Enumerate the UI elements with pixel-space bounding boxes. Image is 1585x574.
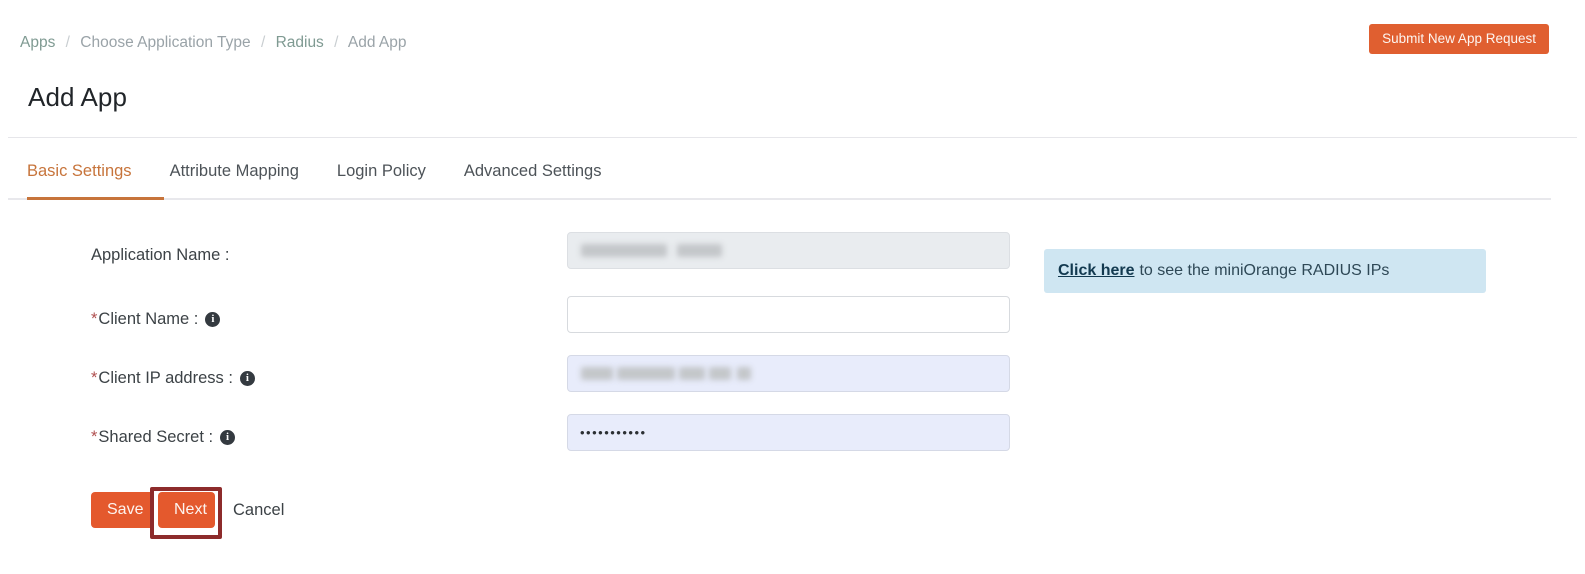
info-icon[interactable]: i [220, 429, 236, 445]
tab-bar: Basic Settings Attribute Mapping Login P… [27, 160, 639, 200]
save-button[interactable]: Save [91, 492, 154, 528]
label-client-name-text: Client Name : [98, 310, 199, 328]
submit-new-app-request-button[interactable]: Submit New App Request [1369, 24, 1549, 54]
add-app-page: Apps / Choose Application Type / Radius … [0, 0, 1585, 574]
radius-ips-info-box: Click here to see the miniOrange RADIUS … [1044, 249, 1486, 293]
title-divider [8, 137, 1577, 138]
cancel-button[interactable]: Cancel [233, 492, 284, 528]
tab-basic-settings[interactable]: Basic Settings [27, 160, 132, 194]
client-ip-address-input[interactable] [567, 355, 1010, 392]
label-shared-secret: * Shared Secret : i [91, 425, 236, 449]
form-actions: Save Next Cancel [0, 492, 1585, 532]
next-button[interactable]: Next [158, 492, 215, 528]
tab-login-policy[interactable]: Login Policy [337, 160, 426, 194]
label-client-name: * Client Name : i [91, 307, 221, 331]
info-icon[interactable]: i [239, 370, 255, 386]
tab-attribute-mapping[interactable]: Attribute Mapping [170, 160, 299, 194]
tab-active-indicator [27, 197, 164, 200]
tab-advanced-settings[interactable]: Advanced Settings [464, 160, 602, 194]
top-bar: Apps / Choose Application Type / Radius … [0, 0, 1585, 66]
label-client-ip-address: * Client IP address : i [91, 366, 255, 390]
client-name-input[interactable] [567, 296, 1010, 333]
application-name-input [567, 232, 1010, 269]
label-shared-secret-text: Shared Secret : [98, 428, 214, 446]
required-marker: * [91, 428, 98, 446]
breadcrumb-item-add-app: Add App [347, 34, 407, 51]
breadcrumb: Apps / Choose Application Type / Radius … [20, 33, 407, 53]
required-marker: * [91, 310, 98, 328]
page-title: Add App [28, 82, 128, 112]
click-here-link[interactable]: Click here [1058, 262, 1134, 280]
breadcrumb-separator: / [65, 34, 70, 51]
info-icon[interactable]: i [205, 311, 221, 327]
radius-ips-info-text: to see the miniOrange RADIUS IPs [1139, 262, 1390, 279]
required-marker: * [91, 369, 98, 387]
label-client-ip-address-text: Client IP address : [98, 369, 233, 387]
breadcrumb-separator: / [260, 34, 266, 51]
label-application-name-text: Application Name : [91, 246, 230, 264]
breadcrumb-item-choose-application-type[interactable]: Choose Application Type [80, 34, 250, 51]
breadcrumb-item-radius[interactable]: Radius [276, 34, 324, 51]
label-application-name: Application Name : [91, 243, 230, 267]
shared-secret-input[interactable] [567, 414, 1010, 451]
breadcrumb-separator: / [334, 34, 339, 51]
tab-bar-divider [8, 198, 1551, 200]
breadcrumb-item-apps[interactable]: Apps [20, 34, 55, 51]
